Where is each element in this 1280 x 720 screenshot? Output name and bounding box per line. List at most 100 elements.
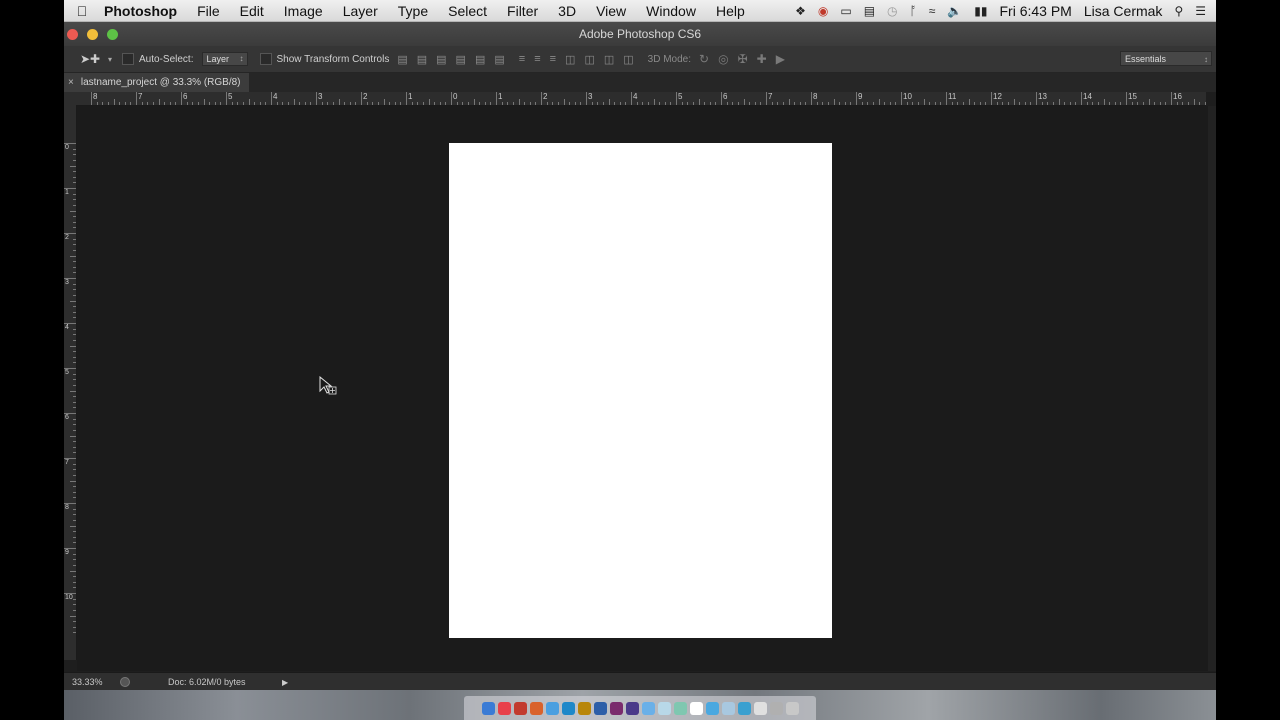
auto-align-icon[interactable]: ◫ [623,53,633,66]
menu-image[interactable]: Image [274,3,333,19]
canvas-area[interactable] [77,106,1208,671]
dock-app-icon[interactable] [609,701,623,715]
ruler-h-tick [299,102,301,105]
tool-preset-caret-icon[interactable]: ▾ [108,55,112,64]
dock-app-icon[interactable] [545,701,559,715]
menu-select[interactable]: Select [438,3,497,19]
align-right-icon[interactable]: ▤ [494,53,504,66]
menu-edit[interactable]: Edit [230,3,274,19]
3d-roll-icon[interactable]: ◎ [718,52,728,66]
menu-layer[interactable]: Layer [333,3,388,19]
distribute-top-icon[interactable]: ≡ [519,53,525,66]
distribute-hcenter-icon[interactable]: ◫ [584,53,594,66]
auto-select-checkbox[interactable] [122,53,135,65]
align-hcenter-icon[interactable]: ▤ [475,53,485,66]
status-info-icon[interactable] [120,677,130,687]
vertical-scrollbar[interactable] [1208,106,1216,671]
ruler-h-tick [473,99,475,105]
wifi-icon[interactable]: ≈ [929,4,936,18]
ruler-v-label: 8 [65,504,69,511]
3d-drag-icon[interactable]: ✠ [738,52,748,66]
volume-icon[interactable]: 🔈 [947,4,962,18]
auto-select-dropdown[interactable]: Layer [201,52,248,66]
time-machine-icon[interactable]: ◷ [887,4,897,18]
ruler-h-tick [91,92,92,105]
dock-app-icon[interactable] [753,701,767,715]
dock-app-icon[interactable] [625,701,639,715]
dock-app-icon[interactable] [737,701,751,715]
dock-app-icon[interactable] [513,701,527,715]
zoom-window-button[interactable] [107,29,118,40]
dock-app-icon[interactable] [657,701,671,715]
menu-app-name[interactable]: Photoshop [100,3,187,19]
dock-app-icon[interactable] [481,701,495,715]
dock-app-icon[interactable] [577,701,591,715]
record-icon[interactable]: ◉ [818,4,828,18]
ruler-h-tick [709,102,711,105]
ruler-v-tick [64,503,76,504]
document-tab[interactable]: × lastname_project @ 33.3% (RGB/8) [64,73,249,92]
ruler-h-tick [771,102,773,105]
close-tab-icon[interactable]: × [68,77,74,88]
dock-app-icon[interactable] [689,701,703,715]
ruler-h-tick [946,92,947,105]
menu-file[interactable]: File [187,3,230,19]
bluetooth-icon[interactable]: ᚩ [910,4,917,18]
battery-icon[interactable]: ▮▮ [974,4,987,18]
menu-filter[interactable]: Filter [497,3,548,19]
move-tool-icon[interactable]: ➤✚ [80,52,108,66]
ruler-v-tick [70,570,76,572]
status-menu-arrow-icon[interactable]: ▶ [282,678,288,687]
show-transform-checkbox[interactable] [259,53,272,65]
apple-icon[interactable]:  [64,3,100,19]
user-name[interactable]: Lisa Cermak [1084,3,1163,19]
airplay-icon[interactable]: ▭ [840,4,851,18]
workspace-dropdown[interactable]: Essentials ↕ [1120,51,1212,66]
align-top-icon[interactable]: ▤ [397,53,407,66]
ruler-origin[interactable] [64,92,76,105]
align-bottom-icon[interactable]: ▤ [436,53,446,66]
dock-app-icon[interactable] [529,701,543,715]
document-canvas[interactable] [449,143,832,638]
ruler-h-tick [889,102,891,105]
menu-window[interactable]: Window [636,3,706,19]
dock-app-icon[interactable] [705,701,719,715]
dock-app-icon[interactable] [769,701,783,715]
clock[interactable]: Fri 6:43 PM [999,3,1071,19]
dropbox-icon[interactable]: ❖ [795,4,806,18]
distribute-left-icon[interactable]: ◫ [565,53,575,66]
align-left-icon[interactable]: ▤ [456,53,466,66]
dock-app-icon[interactable] [673,701,687,715]
3d-scale-icon[interactable]: ▶ [776,52,785,66]
minimize-window-button[interactable] [87,29,98,40]
notification-center-icon[interactable]: ☰ [1195,4,1206,18]
menu-type[interactable]: Type [388,3,438,19]
menu-3d[interactable]: 3D [548,3,586,19]
dock-app-icon[interactable] [785,701,799,715]
dock-app-icon[interactable] [641,701,655,715]
vertical-ruler[interactable]: 0 1 2 3 4 5 6 7 8 9 10 [64,105,77,660]
ruler-h-tick [1159,102,1161,105]
spotlight-icon[interactable]: ⚲ [1174,4,1183,18]
dock-app-icon[interactable] [721,701,735,715]
distribute-bottom-icon[interactable]: ≡ [550,53,556,66]
ruler-v-tick [70,345,76,347]
dock-app-icon[interactable] [593,701,607,715]
ruler-h-tick [406,92,407,105]
menu-help[interactable]: Help [706,3,755,19]
distribute-right-icon[interactable]: ◫ [604,53,614,66]
close-window-button[interactable] [67,29,78,40]
dock-app-icon[interactable] [561,701,575,715]
show-transform-label: Show Transform Controls [276,53,390,65]
align-vcenter-icon[interactable]: ▤ [417,53,427,66]
battery-monitor-icon[interactable]: ▤ [864,4,875,18]
3d-rotate-icon[interactable]: ↻ [699,52,709,66]
3d-slide-icon[interactable]: ✚ [757,52,767,66]
menu-view[interactable]: View [586,3,636,19]
horizontal-ruler[interactable]: 8 7 6 5 4 3 2 1 0 1 2 3 4 5 6 7 8 9 10 11 12 13 14 15 16 [76,92,1206,106]
distribute-vcenter-icon[interactable]: ≡ [534,53,540,66]
ruler-h-tick [394,102,396,105]
zoom-level-field[interactable]: 33.33% [72,677,116,687]
ruler-h-label: 4 [633,92,638,101]
dock-app-icon[interactable] [497,701,511,715]
